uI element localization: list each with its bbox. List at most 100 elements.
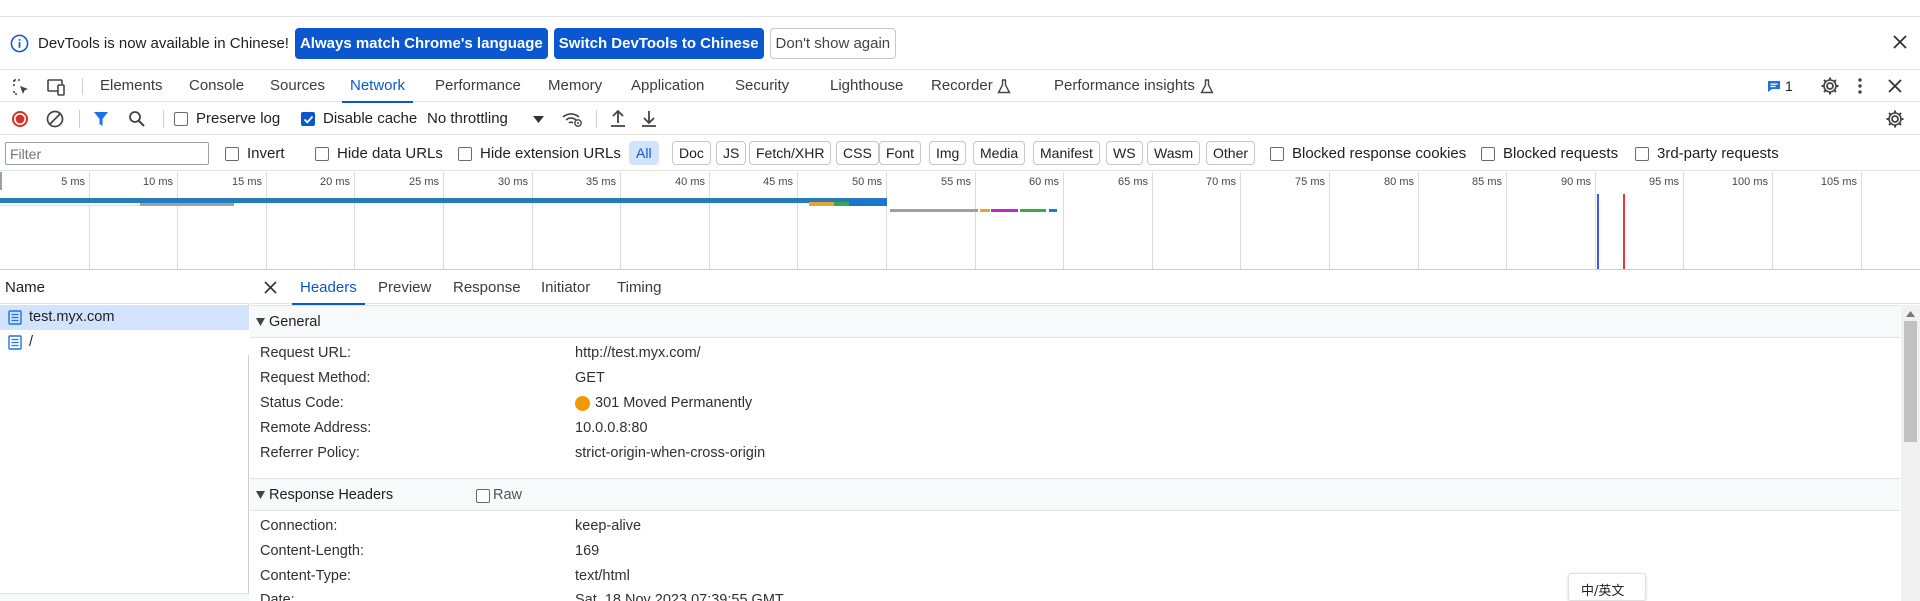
timeline-gridline: [266, 172, 267, 269]
import-har-icon[interactable]: [609, 109, 627, 128]
switch-to-chinese-button[interactable]: Switch DevTools to Chinese: [553, 27, 764, 59]
general-section-header[interactable]: General: [250, 305, 1900, 338]
response-headers-section-header[interactable]: Response Headers Raw: [250, 478, 1900, 511]
network-settings-gear-icon[interactable]: [1885, 109, 1905, 129]
filter-type-font[interactable]: Font: [879, 141, 922, 165]
filter-type-css[interactable]: CSS: [836, 141, 879, 165]
tab-performance[interactable]: Performance: [435, 70, 521, 102]
stop-recording-icon[interactable]: [11, 110, 29, 128]
timeline-gridline: [1418, 172, 1419, 269]
clear-log-icon[interactable]: [46, 110, 64, 128]
filter-type-js[interactable]: JS: [716, 141, 747, 165]
filter-type-manifest[interactable]: Manifest: [1033, 141, 1100, 165]
invert-checkbox[interactable]: [225, 147, 239, 161]
timeline-bar-green-2: [1020, 209, 1046, 212]
request-list-header: Name: [0, 271, 249, 304]
devtools-tabbar: Elements Console Sources Network Perform…: [0, 70, 1920, 103]
filter-type-doc[interactable]: Doc: [672, 141, 711, 165]
header-name: Connection:: [260, 518, 338, 534]
tab-console[interactable]: Console: [189, 70, 244, 102]
details-tab-preview[interactable]: Preview: [378, 271, 431, 304]
network-toolbar: Preserve log Disable cache No throttling: [0, 103, 1920, 135]
filter-type-all[interactable]: All: [629, 141, 659, 165]
blocked-requests-checkbox[interactable]: [1481, 147, 1495, 161]
filter-type-ws[interactable]: WS: [1106, 141, 1143, 165]
filter-input[interactable]: [5, 142, 209, 165]
response-headers-title: Response Headers: [269, 487, 394, 503]
details-scrollbar[interactable]: [1901, 305, 1920, 601]
timeline-gridline: [532, 172, 533, 269]
header-name: Date:: [260, 592, 295, 601]
throttling-select[interactable]: No throttling: [427, 110, 508, 127]
details-tab-response[interactable]: Response: [453, 271, 521, 304]
export-har-icon[interactable]: [640, 109, 658, 128]
request-row[interactable]: test.myx.com: [0, 305, 249, 330]
device-toolbar-icon[interactable]: [45, 77, 67, 97]
status-dot-icon: [575, 396, 590, 411]
hide-data-urls-checkbox[interactable]: [315, 147, 329, 161]
name-column-header[interactable]: Name: [5, 279, 45, 296]
settings-gear-icon[interactable]: [1820, 76, 1840, 96]
tab-performance-insights[interactable]: Performance insights: [1054, 70, 1195, 102]
more-options-icon[interactable]: [1857, 76, 1863, 96]
filter-type-other[interactable]: Other: [1206, 141, 1256, 165]
ime-badge[interactable]: 中/英文: [1568, 573, 1646, 601]
request-list: Name test.myx.com /: [0, 271, 249, 601]
tab-network[interactable]: Network: [341, 70, 414, 103]
network-overview-timeline[interactable]: 5 ms 10 ms 15 ms 20 ms 25 ms 30 ms 35 ms 40 ms 4…: [0, 172, 1920, 270]
timeline-tick-label: 15 ms: [232, 176, 262, 188]
timeline-gridline: [1506, 172, 1507, 269]
dont-show-again-button[interactable]: Don't show again: [769, 27, 897, 59]
timeline-gridline: [1152, 172, 1153, 269]
timeline-gridline: [177, 172, 178, 269]
tab-application[interactable]: Application: [631, 70, 704, 102]
header-value: http://test.myx.com/: [575, 345, 701, 361]
network-conditions-icon[interactable]: [561, 110, 583, 128]
issues-icon[interactable]: [1767, 80, 1781, 93]
filter-funnel-icon[interactable]: [93, 110, 109, 128]
timeline-gridline: [1329, 172, 1330, 269]
preserve-log-label: Preserve log: [196, 110, 281, 127]
details-tab-initiator[interactable]: Initiator: [541, 271, 590, 304]
timeline-gridline: [1683, 172, 1684, 269]
disable-cache-checkbox[interactable]: [301, 112, 315, 126]
timeline-tick-label: 65 ms: [1118, 176, 1148, 188]
scroll-up-arrow-icon[interactable]: [1906, 311, 1915, 317]
tab-security[interactable]: Security: [735, 70, 789, 102]
filter-type-media[interactable]: Media: [973, 141, 1026, 165]
details-tab-timing[interactable]: Timing: [617, 271, 661, 304]
filter-type-img[interactable]: Img: [929, 141, 967, 165]
tab-elements[interactable]: Elements: [100, 70, 163, 102]
third-party-checkbox[interactable]: [1635, 147, 1649, 161]
filter-type-wasm[interactable]: Wasm: [1147, 141, 1201, 165]
timeline-tick-label: 60 ms: [1029, 176, 1059, 188]
blocked-cookies-checkbox[interactable]: [1270, 147, 1284, 161]
preserve-log-checkbox[interactable]: [174, 112, 188, 126]
timeline-tick-label: 55 ms: [941, 176, 971, 188]
disable-cache-label: Disable cache: [323, 110, 418, 127]
raw-checkbox[interactable]: [476, 489, 490, 503]
always-match-language-button[interactable]: Always match Chrome's language: [294, 27, 548, 59]
tab-lighthouse[interactable]: Lighthouse: [830, 70, 903, 102]
close-devtools-icon[interactable]: [1888, 79, 1902, 93]
scrollbar-thumb[interactable]: [1904, 321, 1917, 442]
close-infobar-icon[interactable]: [1892, 34, 1908, 50]
hide-extension-urls-checkbox[interactable]: [458, 147, 472, 161]
request-row[interactable]: /: [0, 330, 249, 355]
tab-recorder[interactable]: Recorder: [931, 70, 993, 102]
details-tab-headers[interactable]: Headers: [292, 271, 365, 305]
timeline-gridline: [443, 172, 444, 269]
close-details-icon[interactable]: [264, 281, 277, 294]
header-value: GET: [575, 370, 605, 386]
hide-extension-urls-label: Hide extension URLs: [480, 145, 621, 162]
inspect-element-icon[interactable]: [11, 77, 31, 97]
filter-type-fetch-xhr[interactable]: Fetch/XHR: [749, 141, 832, 165]
expand-triangle-icon: [256, 491, 265, 499]
timeline-gridline: [1063, 172, 1064, 269]
tab-sources[interactable]: Sources: [270, 70, 325, 102]
timeline-tick-label: 45 ms: [763, 176, 793, 188]
throttling-dropdown-icon[interactable]: [533, 116, 544, 123]
tab-memory[interactable]: Memory: [548, 70, 602, 102]
timeline-tick-label: 105 ms: [1820, 176, 1857, 188]
search-icon[interactable]: [128, 110, 146, 128]
